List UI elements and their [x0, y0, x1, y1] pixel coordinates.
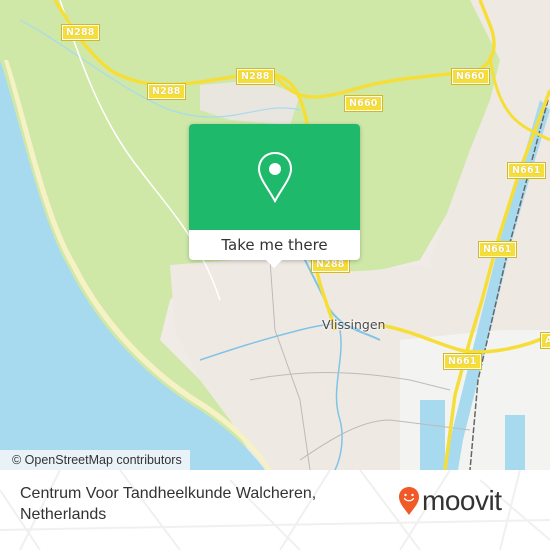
road-shield-n288: N288 — [147, 83, 186, 100]
map-view[interactable]: N288 N288 N288 N288 N660 N660 N661 N661 … — [0, 0, 550, 470]
road-shield-n661: N661 — [507, 162, 546, 179]
map-attribution[interactable]: © OpenStreetMap contributors — [0, 450, 190, 470]
moovit-pin-smile-icon — [399, 487, 419, 515]
road-shield-n660: N660 — [451, 68, 490, 85]
road-shield-n661: N661 — [443, 353, 482, 370]
harbor-basin-2 — [505, 415, 525, 470]
moovit-wordmark: moovit — [422, 485, 502, 516]
road-shield-a: A — [540, 332, 550, 349]
road-shield-n660: N660 — [344, 95, 383, 112]
footer: Centrum Voor Tandheelkunde Walcheren, Ne… — [0, 470, 550, 550]
moovit-logo[interactable]: moovit — [398, 485, 502, 516]
map-pin-icon — [257, 151, 292, 203]
road-shield-n288: N288 — [61, 24, 100, 41]
harbor-basin-1 — [420, 400, 445, 470]
road-shield-n288: N288 — [236, 68, 275, 85]
road-shield-n661: N661 — [478, 241, 517, 258]
place-name: Centrum Voor Tandheelkunde Walcheren, Ne… — [20, 485, 317, 523]
popup-pointer — [266, 260, 282, 268]
popup-header — [189, 124, 360, 230]
location-popup: Take me there — [189, 124, 360, 268]
place-label-vlissingen: Vlissingen — [322, 317, 386, 332]
take-me-there-button[interactable]: Take me there — [189, 230, 360, 260]
